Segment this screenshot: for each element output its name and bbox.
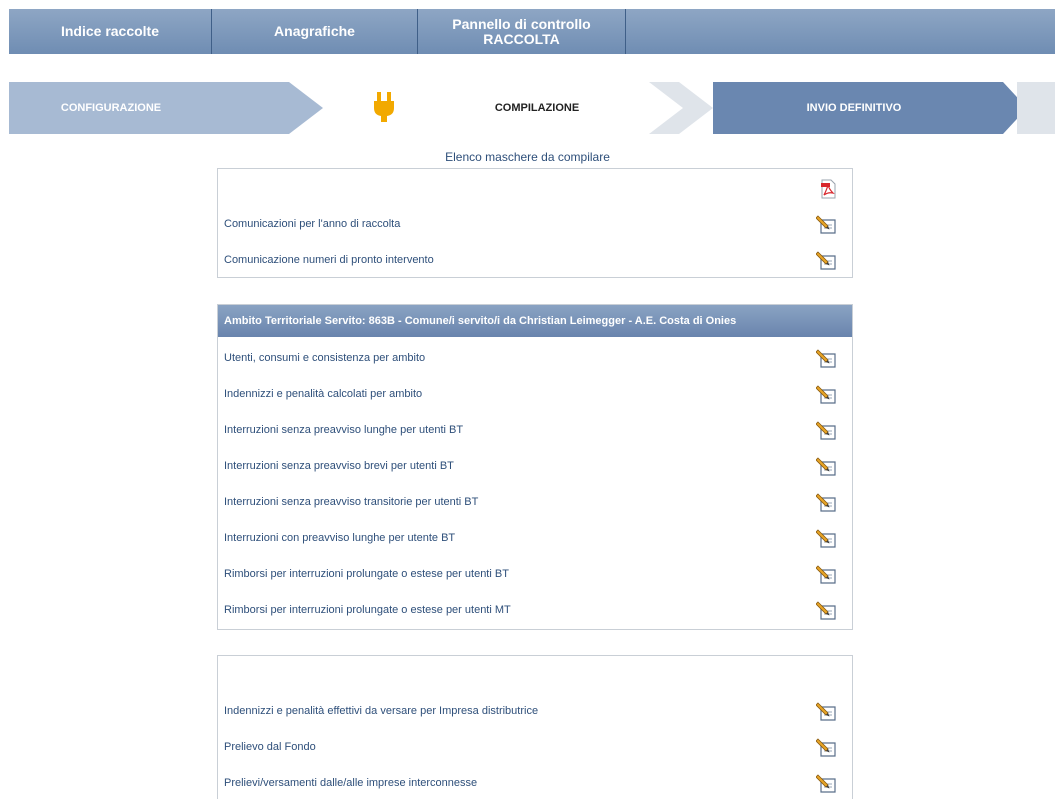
workflow-steps: CONFIGURAZIONE COMPILAZIONE INVIO DEFINI… bbox=[9, 82, 1055, 134]
ambito-header: Ambito Territoriale Servito: 863B - Comu… bbox=[218, 305, 852, 337]
edit-form-icon[interactable] bbox=[816, 456, 838, 476]
list-item-label[interactable]: Rimborsi per interruzioni prolungate o e… bbox=[224, 568, 509, 580]
list-item-label[interactable]: Interruzioni con preavviso lunghe per ut… bbox=[224, 532, 455, 544]
list-item-label[interactable]: Prelievo dal Fondo bbox=[224, 741, 316, 753]
list-item-label[interactable]: Utenti, consumi e consistenza per ambito bbox=[224, 352, 425, 364]
edit-form-icon[interactable] bbox=[816, 250, 838, 270]
edit-form-icon[interactable] bbox=[816, 420, 838, 440]
list-item[interactable]: Rimborsi per interruzioni prolungate o e… bbox=[218, 564, 852, 584]
list-item[interactable]: Interruzioni senza preavviso lunghe per … bbox=[218, 420, 852, 440]
list-item-label[interactable]: Interruzioni senza preavviso lunghe per … bbox=[224, 424, 463, 436]
section-general: Comunicazioni per l'anno di raccolta Com… bbox=[217, 168, 853, 278]
edit-form-icon[interactable] bbox=[816, 214, 838, 234]
top-navigation: Indice raccolte Anagrafiche Pannello di … bbox=[9, 9, 1055, 54]
edit-form-icon[interactable] bbox=[816, 384, 838, 404]
list-item[interactable]: Utenti, consumi e consistenza per ambito bbox=[218, 348, 852, 368]
edit-form-icon[interactable] bbox=[816, 492, 838, 512]
list-item[interactable]: Indennizzi e penalità calcolati per ambi… bbox=[218, 384, 852, 404]
plug-icon bbox=[374, 92, 394, 122]
edit-form-icon[interactable] bbox=[816, 528, 838, 548]
section-ambito: Ambito Territoriale Servito: 863B - Comu… bbox=[217, 304, 853, 630]
list-item[interactable]: Comunicazioni per l'anno di raccolta bbox=[218, 214, 852, 234]
topnav-filler bbox=[626, 9, 1055, 54]
edit-form-icon[interactable] bbox=[816, 600, 838, 620]
list-item-label[interactable]: Comunicazione numeri di pronto intervent… bbox=[224, 254, 434, 266]
edit-form-icon[interactable] bbox=[816, 701, 838, 721]
step-invio-definitivo[interactable]: INVIO DEFINITIVO bbox=[713, 82, 1027, 134]
step-invio-definitivo-label: INVIO DEFINITIVO bbox=[806, 102, 902, 114]
list-item-label[interactable]: Interruzioni senza preavviso brevi per u… bbox=[224, 460, 454, 472]
edit-form-icon[interactable] bbox=[816, 773, 838, 793]
list-item-label[interactable]: Comunicazioni per l'anno di raccolta bbox=[224, 218, 400, 230]
step-compilazione-label: COMPILAZIONE bbox=[494, 102, 580, 114]
list-item-label[interactable]: Indennizzi e penalità calcolati per ambi… bbox=[224, 388, 422, 400]
list-item[interactable]: Rimborsi per interruzioni prolungate o e… bbox=[218, 600, 852, 620]
list-item[interactable]: Prelievo dal Fondo bbox=[218, 737, 852, 757]
edit-form-icon[interactable] bbox=[816, 348, 838, 368]
tab-indice-raccolte[interactable]: Indice raccolte bbox=[9, 9, 212, 54]
list-item-label[interactable]: Indennizzi e penalità effettivi da versa… bbox=[224, 705, 538, 717]
step-configurazione[interactable]: CONFIGURAZIONE bbox=[9, 82, 323, 134]
elenco-title: Elenco maschere da compilare bbox=[445, 150, 610, 164]
tab-pannello-line1: Pannello di controllo bbox=[452, 15, 591, 32]
edit-form-icon[interactable] bbox=[816, 564, 838, 584]
step-tail bbox=[1017, 82, 1055, 134]
list-item[interactable]: Interruzioni senza preavviso transitorie… bbox=[218, 492, 852, 512]
edit-form-icon[interactable] bbox=[816, 737, 838, 757]
list-item[interactable]: Prelievi/versamenti dalle/alle imprese i… bbox=[218, 773, 852, 793]
list-item-label[interactable]: Prelievi/versamenti dalle/alle imprese i… bbox=[224, 777, 477, 789]
list-item-label[interactable]: Interruzioni senza preavviso transitorie… bbox=[224, 496, 478, 508]
tab-anagrafiche[interactable]: Anagrafiche bbox=[212, 9, 418, 54]
list-item-label[interactable]: Rimborsi per interruzioni prolungate o e… bbox=[224, 604, 511, 616]
step-configurazione-label: CONFIGURAZIONE bbox=[60, 102, 162, 114]
section-impresa: Indennizzi e penalità effettivi da versa… bbox=[217, 655, 853, 799]
list-item[interactable]: Interruzioni senza preavviso brevi per u… bbox=[218, 456, 852, 476]
step-compilazione[interactable]: COMPILAZIONE bbox=[323, 82, 711, 134]
list-item[interactable]: Comunicazione numeri di pronto intervent… bbox=[218, 250, 852, 270]
tab-pannello-controllo[interactable]: Pannello di controllo RACCOLTA bbox=[418, 9, 626, 54]
list-item[interactable]: Indennizzi e penalità effettivi da versa… bbox=[218, 701, 852, 721]
list-item[interactable]: Interruzioni con preavviso lunghe per ut… bbox=[218, 528, 852, 548]
pdf-icon[interactable] bbox=[818, 179, 838, 199]
tab-pannello-line2: RACCOLTA bbox=[483, 30, 560, 47]
